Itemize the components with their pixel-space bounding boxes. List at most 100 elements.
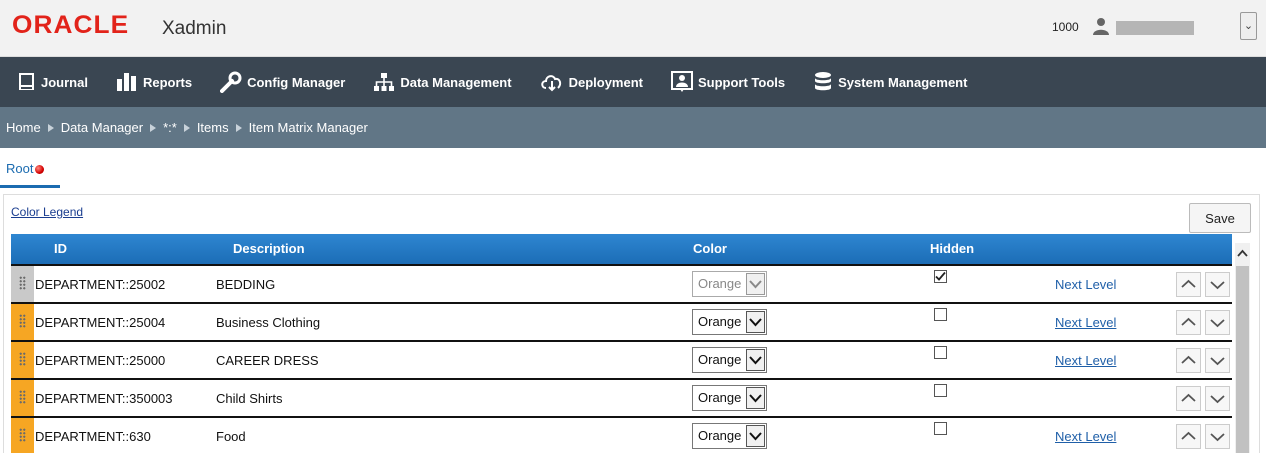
checkmark-icon (935, 271, 946, 281)
breadcrumb-org[interactable]: *:* (163, 120, 177, 135)
breadcrumb-data-manager[interactable]: Data Manager (61, 120, 143, 135)
nav-label: Data Management (400, 74, 512, 90)
move-up-button[interactable] (1176, 424, 1201, 449)
move-up-button[interactable] (1176, 272, 1201, 297)
chevron-up-icon (1181, 279, 1196, 288)
next-level-link[interactable]: Next Level (1055, 315, 1116, 330)
row-id: DEPARTMENT::630 (35, 429, 151, 444)
top-header: ORACLE Xadmin 1000 ⌄ (0, 0, 1266, 57)
chevron-down-icon (1210, 281, 1225, 290)
nav-journal[interactable]: Journal (18, 72, 88, 92)
row-description: Business Clothing (216, 315, 321, 330)
move-down-button[interactable] (1205, 310, 1230, 335)
table-row[interactable]: DEPARTMENT::25000 CAREER DRESS Orange Ne… (11, 340, 1232, 378)
drag-handle[interactable] (11, 342, 34, 378)
user-icon (1093, 18, 1109, 35)
user-menu-chevron-down-icon[interactable]: ⌄ (1240, 12, 1257, 40)
grid-header: ID Description Color Hidden (11, 234, 1232, 264)
hidden-checkbox[interactable] (934, 422, 947, 435)
drag-handle[interactable] (11, 304, 34, 340)
table-row[interactable]: DEPARTMENT::350003 Child Shirts Orange (11, 378, 1232, 416)
row-description: Child Shirts (216, 391, 283, 406)
move-up-button[interactable] (1176, 386, 1201, 411)
breadcrumb-current: Item Matrix Manager (248, 120, 368, 135)
grip-icon (19, 428, 26, 442)
grid-scrollbar[interactable] (1235, 243, 1250, 453)
row-description: Food (216, 429, 246, 444)
drag-handle[interactable] (11, 266, 34, 302)
move-down-button[interactable] (1205, 424, 1230, 449)
nav-config-manager[interactable]: Config Manager (220, 71, 345, 93)
color-select[interactable]: Orange (692, 309, 767, 335)
move-up-button[interactable] (1176, 348, 1201, 373)
nav-label: Config Manager (247, 74, 346, 90)
row-id: DEPARTMENT::350003 (35, 391, 173, 406)
main-nav: Journal Reports Config Manager Data Mana… (0, 57, 1266, 107)
color-legend-link[interactable]: Color Legend (11, 205, 83, 219)
scroll-up-chevron-icon[interactable] (1235, 243, 1250, 263)
row-id: DEPARTMENT::25004 (35, 315, 166, 330)
breadcrumb-separator-icon (150, 123, 157, 132)
app-name: Xadmin (162, 18, 227, 39)
color-select[interactable]: Orange (692, 423, 767, 449)
next-level-link[interactable]: Next Level (1055, 353, 1116, 368)
nav-reports[interactable]: Reports (116, 72, 192, 92)
color-select[interactable]: Orange (692, 347, 767, 373)
nav-deployment[interactable]: Deployment (540, 72, 643, 92)
support-user-icon (670, 71, 693, 92)
save-button[interactable]: Save (1189, 203, 1251, 233)
nav-label: System Management (838, 74, 968, 90)
chevron-down-icon (746, 349, 765, 371)
row-id: DEPARTMENT::25002 (35, 277, 166, 292)
breadcrumb-home[interactable]: Home (6, 120, 41, 135)
move-down-button[interactable] (1205, 348, 1230, 373)
hidden-checkbox[interactable] (934, 346, 947, 359)
chevron-down-icon (1210, 319, 1225, 328)
breadcrumb-separator-icon (47, 123, 54, 132)
grip-icon (19, 276, 26, 290)
table-row[interactable]: DEPARTMENT::25002 BEDDING Orange Next Le… (11, 264, 1232, 302)
drag-handle[interactable] (11, 418, 34, 453)
breadcrumb-separator-icon (183, 123, 190, 132)
color-select-value: Orange (698, 390, 742, 405)
nav-label: Deployment (568, 74, 643, 90)
hidden-checkbox[interactable] (934, 270, 947, 283)
scrollbar-thumb[interactable] (1236, 266, 1249, 453)
grip-icon (19, 390, 26, 404)
chevron-down-icon (1210, 357, 1225, 366)
next-level-link[interactable]: Next Level (1055, 277, 1116, 292)
cloud-download-icon (540, 75, 561, 92)
chevron-up-icon (1181, 317, 1196, 326)
chevron-down-icon (1210, 433, 1225, 442)
row-description: CAREER DRESS (216, 353, 319, 368)
nav-support-tools[interactable]: Support Tools (670, 71, 785, 93)
drag-handle[interactable] (11, 380, 34, 416)
chevron-down-icon (1210, 395, 1225, 404)
color-select[interactable]: Orange (692, 385, 767, 411)
table-row[interactable]: DEPARTMENT::25004 Business Clothing Oran… (11, 302, 1232, 340)
nav-system-management[interactable]: System Management (813, 71, 967, 93)
color-select-value: Orange (698, 428, 742, 443)
column-header-id: ID (54, 241, 67, 256)
chevron-up-icon (1181, 355, 1196, 364)
move-down-button[interactable] (1205, 272, 1230, 297)
wrench-icon (220, 71, 242, 93)
bar-chart-icon (116, 73, 136, 91)
table-row[interactable]: DEPARTMENT::630 Food Orange Next Level (11, 416, 1232, 453)
move-down-button[interactable] (1205, 386, 1230, 411)
breadcrumb-separator-icon (235, 123, 242, 132)
user-name-redacted (1116, 21, 1194, 35)
chevron-down-icon (746, 387, 765, 409)
move-up-button[interactable] (1176, 310, 1201, 335)
row-description: BEDDING (216, 277, 276, 292)
chevron-down-icon (746, 425, 765, 447)
hidden-checkbox[interactable] (934, 308, 947, 321)
hidden-checkbox[interactable] (934, 384, 947, 397)
nav-data-management[interactable]: Data Management (373, 72, 512, 92)
nav-label: Reports (142, 74, 193, 90)
tab-root[interactable]: Root (0, 150, 60, 188)
status-dot-icon (35, 165, 45, 175)
chevron-down-icon (746, 311, 765, 333)
next-level-link[interactable]: Next Level (1055, 429, 1116, 444)
breadcrumb-items[interactable]: Items (197, 120, 229, 135)
